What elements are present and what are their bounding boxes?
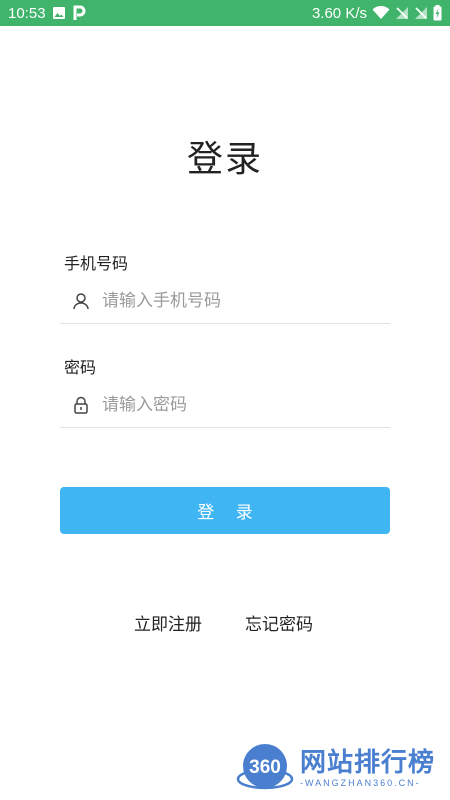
battery-charging-icon [433,5,442,21]
phone-label: 手机号码 [64,254,129,273]
status-bar: 10:53 3.60 K/s [0,0,450,26]
network-speed: 3.60 K/s [311,4,367,22]
password-label: 密码 [64,358,97,377]
status-bar-left: 10:53 [8,5,86,22]
wifi-icon [372,6,390,20]
image-icon [52,6,66,20]
password-input-row[interactable] [60,382,390,428]
watermark-logo: 360 [236,744,294,790]
forgot-password-link[interactable]: 忘记密码 [245,610,313,635]
watermark-text: 网站排行榜 -WANGZHAN360.CN- [300,748,435,788]
lock-icon [70,394,92,416]
page-title: 登录 [186,139,263,180]
password-input[interactable] [102,394,382,415]
phone-input[interactable] [102,290,382,311]
login-button[interactable]: 登 录 [60,487,390,534]
watermark-subtitle: -WANGZHAN360.CN- [300,778,421,788]
register-link[interactable]: 立即注册 [134,610,202,635]
no-sim-icon [414,6,428,20]
watermark-title: 网站排行榜 [300,748,436,778]
status-bar-right: 3.60 K/s [312,5,442,22]
watermark: 360 网站排行榜 -WANGZHAN360.CN- [236,738,446,798]
no-sim-icon [395,6,409,20]
status-time: 10:53 [8,4,46,22]
svg-text:360: 360 [249,757,281,778]
p-app-icon [72,5,86,21]
user-icon [70,290,92,312]
phone-input-row[interactable] [60,278,390,324]
